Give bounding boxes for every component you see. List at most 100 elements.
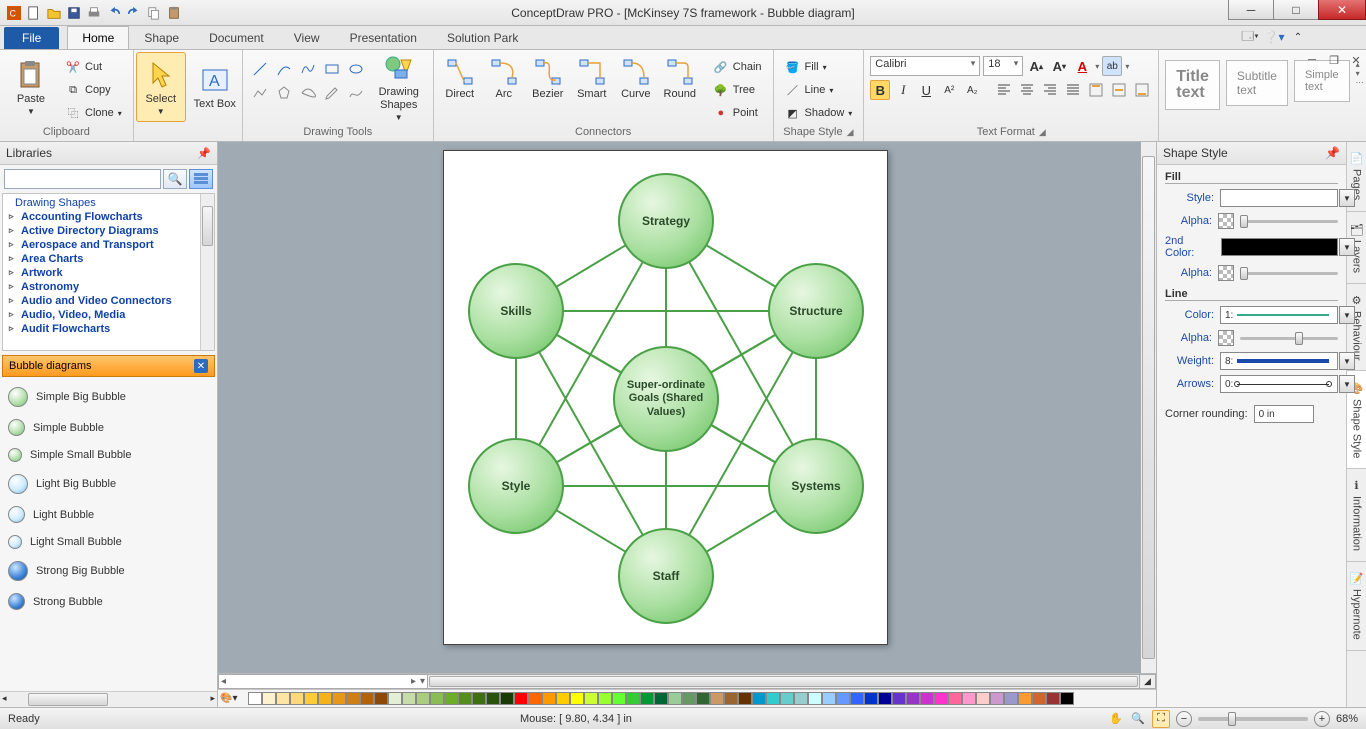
palette-color[interactable] <box>304 692 318 705</box>
palette-color[interactable] <box>724 692 738 705</box>
palette-color[interactable] <box>556 692 570 705</box>
palette-color[interactable] <box>542 692 556 705</box>
palette-color[interactable] <box>444 692 458 705</box>
palette-color[interactable] <box>1032 692 1046 705</box>
lib-item[interactable]: Area Charts <box>7 252 196 266</box>
conn-bezier-button[interactable]: Bezier <box>528 52 568 100</box>
palette-color[interactable] <box>290 692 304 705</box>
app-icon[interactable]: C <box>5 4 23 22</box>
fill-alpha-slider[interactable] <box>1240 212 1338 230</box>
shape-item[interactable]: Simple Big Bubble <box>2 381 215 413</box>
palette-color[interactable] <box>948 692 962 705</box>
qat-copy-icon[interactable] <box>145 4 163 22</box>
select-tool-button[interactable]: Select▼ <box>136 52 186 122</box>
tab-view[interactable]: View <box>279 26 335 49</box>
help-icon[interactable]: ❔▾ <box>1266 29 1282 45</box>
palette-color[interactable] <box>654 692 668 705</box>
collapse-ribbon-icon[interactable]: ⌃ <box>1290 29 1306 45</box>
palette-color[interactable] <box>1004 692 1018 705</box>
shapes-section-header[interactable]: Bubble diagrams ✕ <box>2 355 215 377</box>
palette-color[interactable] <box>584 692 598 705</box>
node-systems[interactable]: Systems <box>768 438 864 534</box>
canvas-hscrollbar[interactable] <box>428 674 1140 689</box>
palette-color[interactable] <box>990 692 1004 705</box>
zoom-tool-icon[interactable]: 🔍 <box>1130 711 1146 727</box>
node-style[interactable]: Style <box>468 438 564 534</box>
grow-font-button[interactable]: A▴ <box>1026 56 1046 76</box>
page-tabs[interactable]: ◂▸▾ <box>218 674 428 689</box>
zoom-out-button[interactable]: − <box>1176 711 1192 727</box>
superscript-button[interactable]: A² <box>939 80 959 100</box>
subscript-button[interactable]: A₂ <box>962 80 982 100</box>
qat-redo-icon[interactable] <box>125 4 143 22</box>
palette-color[interactable] <box>598 692 612 705</box>
second-alpha-slider[interactable] <box>1240 264 1338 282</box>
minimize-button[interactable]: ─ <box>1228 0 1274 20</box>
shapes-close-icon[interactable]: ✕ <box>194 359 208 373</box>
mdi-minimize-button[interactable]: ─ <box>1304 52 1320 68</box>
library-scrollbar[interactable] <box>200 194 214 350</box>
tab-shape[interactable]: Shape <box>129 26 194 49</box>
palette-color[interactable] <box>248 692 262 705</box>
search-button[interactable]: 🔍 <box>163 169 187 189</box>
tool-polyline-icon[interactable] <box>249 82 271 104</box>
shape-style-launcher-icon[interactable]: ◢ <box>847 127 854 138</box>
left-hscrollbar[interactable]: ◂▸ <box>0 691 217 707</box>
palette-color[interactable] <box>500 692 514 705</box>
lib-item[interactable]: Audio, Video, Media <box>7 308 196 322</box>
palette-color[interactable] <box>318 692 332 705</box>
tool-rect-icon[interactable] <box>321 58 343 80</box>
tool-arc-icon[interactable] <box>273 58 295 80</box>
shape-item[interactable]: Light Bubble <box>2 500 215 529</box>
lib-item[interactable]: Aerospace and Transport <box>7 238 196 252</box>
palette-color[interactable] <box>612 692 626 705</box>
palette-color[interactable] <box>836 692 850 705</box>
copy-button[interactable]: ⧉Copy <box>60 79 127 101</box>
line-weight-select[interactable]: 8:▼ <box>1220 352 1338 370</box>
palette-picker-icon[interactable]: 🎨▾ <box>220 693 244 704</box>
text-format-launcher-icon[interactable]: ◢ <box>1039 127 1046 138</box>
palette-color[interactable] <box>1060 692 1074 705</box>
lib-item[interactable]: Drawing Shapes <box>7 196 196 210</box>
textbox-tool-button[interactable]: A Text Box <box>190 52 240 122</box>
tool-freehand-icon[interactable] <box>345 82 367 104</box>
valign-middle-button[interactable] <box>1109 80 1129 100</box>
palette-color[interactable] <box>962 692 976 705</box>
diagram-page[interactable]: Strategy Skills Structure Super-ordinate… <box>443 150 888 645</box>
tool-edit-icon[interactable] <box>321 82 343 104</box>
canvas-viewport[interactable]: Strategy Skills Structure Super-ordinate… <box>218 142 1156 673</box>
cut-button[interactable]: ✂️Cut <box>60 56 127 78</box>
palette-color[interactable] <box>696 692 710 705</box>
zoom-slider[interactable] <box>1198 717 1308 721</box>
palette-color[interactable] <box>822 692 836 705</box>
zoom-in-button[interactable]: + <box>1314 711 1330 727</box>
conn-chain-button[interactable]: 🔗Chain <box>708 56 767 78</box>
style-subtitle-button[interactable]: Subtitle text <box>1226 60 1288 106</box>
palette-color[interactable] <box>1046 692 1060 705</box>
view-mode-button[interactable] <box>189 169 213 189</box>
paste-button[interactable]: Paste ▼ <box>6 52 56 122</box>
clone-button[interactable]: ⿻Clone▾ <box>60 102 127 124</box>
node-center[interactable]: Super-ordinate Goals (Shared Values) <box>613 346 719 452</box>
file-tab[interactable]: File <box>4 27 59 49</box>
palette-color[interactable] <box>892 692 906 705</box>
qat-save-icon[interactable] <box>65 4 83 22</box>
palette-color[interactable] <box>906 692 920 705</box>
line-alpha-slider[interactable] <box>1240 329 1338 347</box>
qat-open-icon[interactable] <box>45 4 63 22</box>
palette-color[interactable] <box>1018 692 1032 705</box>
palette-color[interactable] <box>486 692 500 705</box>
tool-curve-icon[interactable] <box>297 82 319 104</box>
align-left-button[interactable] <box>994 80 1014 100</box>
qat-undo-icon[interactable] <box>105 4 123 22</box>
sidetab-information[interactable]: ℹInformation <box>1347 469 1366 562</box>
shape-item[interactable]: Strong Bubble <box>2 587 215 616</box>
font-color-button[interactable]: A <box>1072 56 1092 76</box>
palette-color[interactable] <box>528 692 542 705</box>
palette-color[interactable] <box>626 692 640 705</box>
tab-presentation[interactable]: Presentation <box>335 26 432 49</box>
italic-button[interactable]: I <box>893 80 913 100</box>
line-arrows-select[interactable]: 0:▼ <box>1220 375 1338 393</box>
mdi-restore-button[interactable]: ❐ <box>1326 52 1342 68</box>
palette-color[interactable] <box>514 692 528 705</box>
